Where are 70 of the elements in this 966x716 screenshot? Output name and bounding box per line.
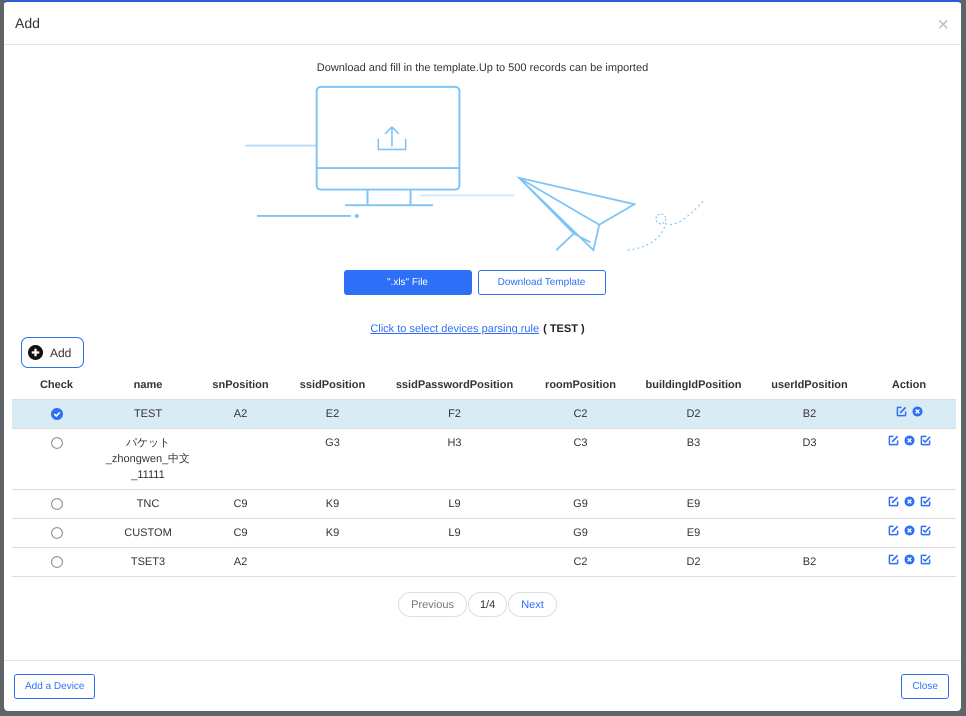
delete-icon[interactable] bbox=[904, 496, 914, 507]
table-cell: D2 bbox=[686, 408, 701, 420]
table-cell: パケット_zhongwen_中文_11111 bbox=[106, 437, 190, 481]
edit-icon[interactable] bbox=[888, 435, 898, 446]
delete-icon[interactable] bbox=[912, 406, 922, 417]
table-cell: G3 bbox=[325, 437, 340, 449]
table-cell: B2 bbox=[802, 556, 816, 568]
table-cell: TSET3 bbox=[130, 556, 166, 568]
table-cell: E2 bbox=[326, 408, 340, 420]
parsing-rule-link[interactable]: Click to select devices parsing rule bbox=[370, 323, 540, 335]
column-header: buildingIdPosition bbox=[646, 379, 742, 391]
table-cell: A2 bbox=[234, 556, 248, 568]
pagination-button[interactable]: Next bbox=[508, 592, 557, 617]
table-cell: CUSTOM bbox=[124, 527, 172, 539]
radio-button[interactable] bbox=[50, 437, 62, 450]
table-cell: G9 bbox=[573, 498, 588, 510]
edit-icon[interactable] bbox=[888, 496, 898, 507]
table-cell: K9 bbox=[326, 527, 340, 539]
column-header: roomPosition bbox=[545, 379, 616, 391]
plus-icon bbox=[28, 345, 43, 360]
table-cell: C9 bbox=[233, 498, 248, 510]
table-cell: B2 bbox=[802, 408, 816, 420]
current-rule: ( TEST ) bbox=[543, 323, 585, 335]
radio-button[interactable] bbox=[50, 556, 62, 568]
table-cell: C2 bbox=[573, 556, 588, 568]
table-cell: E9 bbox=[686, 498, 700, 510]
table-cell: C9 bbox=[233, 527, 248, 539]
radio-button[interactable] bbox=[50, 408, 62, 420]
column-header: Check bbox=[40, 379, 74, 391]
add-button[interactable]: Add bbox=[21, 337, 84, 368]
delete-icon[interactable] bbox=[904, 525, 914, 536]
table-cell: L9 bbox=[448, 498, 461, 510]
column-header: ssidPosition bbox=[300, 379, 366, 391]
download-template-button[interactable]: Download Template bbox=[478, 270, 606, 295]
table-cell: D2 bbox=[686, 556, 701, 568]
checkbox-icon[interactable] bbox=[920, 496, 930, 507]
edit-icon[interactable] bbox=[896, 406, 906, 417]
column-header: ssidPasswordPosition bbox=[396, 379, 514, 391]
import-instructions: Download and fill in the template.Up to 500 records can be imported bbox=[316, 62, 648, 74]
delete-icon[interactable] bbox=[904, 554, 914, 565]
edit-icon[interactable] bbox=[888, 525, 898, 536]
table-cell: F2 bbox=[448, 408, 461, 420]
checkbox-icon[interactable] bbox=[920, 554, 930, 565]
delete-icon[interactable] bbox=[904, 435, 914, 446]
column-header: name bbox=[134, 379, 162, 391]
table-cell: E9 bbox=[686, 527, 700, 539]
table-cell: K9 bbox=[326, 498, 340, 510]
page-indicator[interactable]: 1/4 bbox=[468, 592, 508, 617]
column-header: snPosition bbox=[212, 379, 269, 391]
radio-button[interactable] bbox=[50, 498, 62, 510]
table-cell: C2 bbox=[573, 408, 588, 420]
table-cell: A2 bbox=[234, 408, 248, 420]
column-header: userIdPosition bbox=[771, 379, 848, 391]
file-upload-button[interactable]: ".xls" File bbox=[344, 270, 472, 295]
edit-icon[interactable] bbox=[888, 554, 898, 565]
table-cell: C3 bbox=[573, 437, 588, 449]
table-cell: TNC bbox=[136, 498, 160, 510]
table-cell: H3 bbox=[447, 437, 462, 449]
table-cell: TEST bbox=[134, 408, 162, 420]
checkbox-icon[interactable] bbox=[920, 435, 930, 446]
close-button[interactable]: Close bbox=[901, 674, 949, 698]
radio-button[interactable] bbox=[50, 527, 62, 540]
checkbox-icon[interactable] bbox=[920, 525, 930, 536]
table-cell: D3 bbox=[802, 437, 817, 449]
add-device-button[interactable]: Add a Device bbox=[14, 674, 96, 698]
dialog-title: Add bbox=[15, 15, 40, 31]
table-cell: B3 bbox=[686, 437, 700, 449]
table-cell: G9 bbox=[573, 527, 588, 539]
table-cell: L9 bbox=[448, 527, 461, 539]
column-header: Action bbox=[892, 379, 926, 391]
